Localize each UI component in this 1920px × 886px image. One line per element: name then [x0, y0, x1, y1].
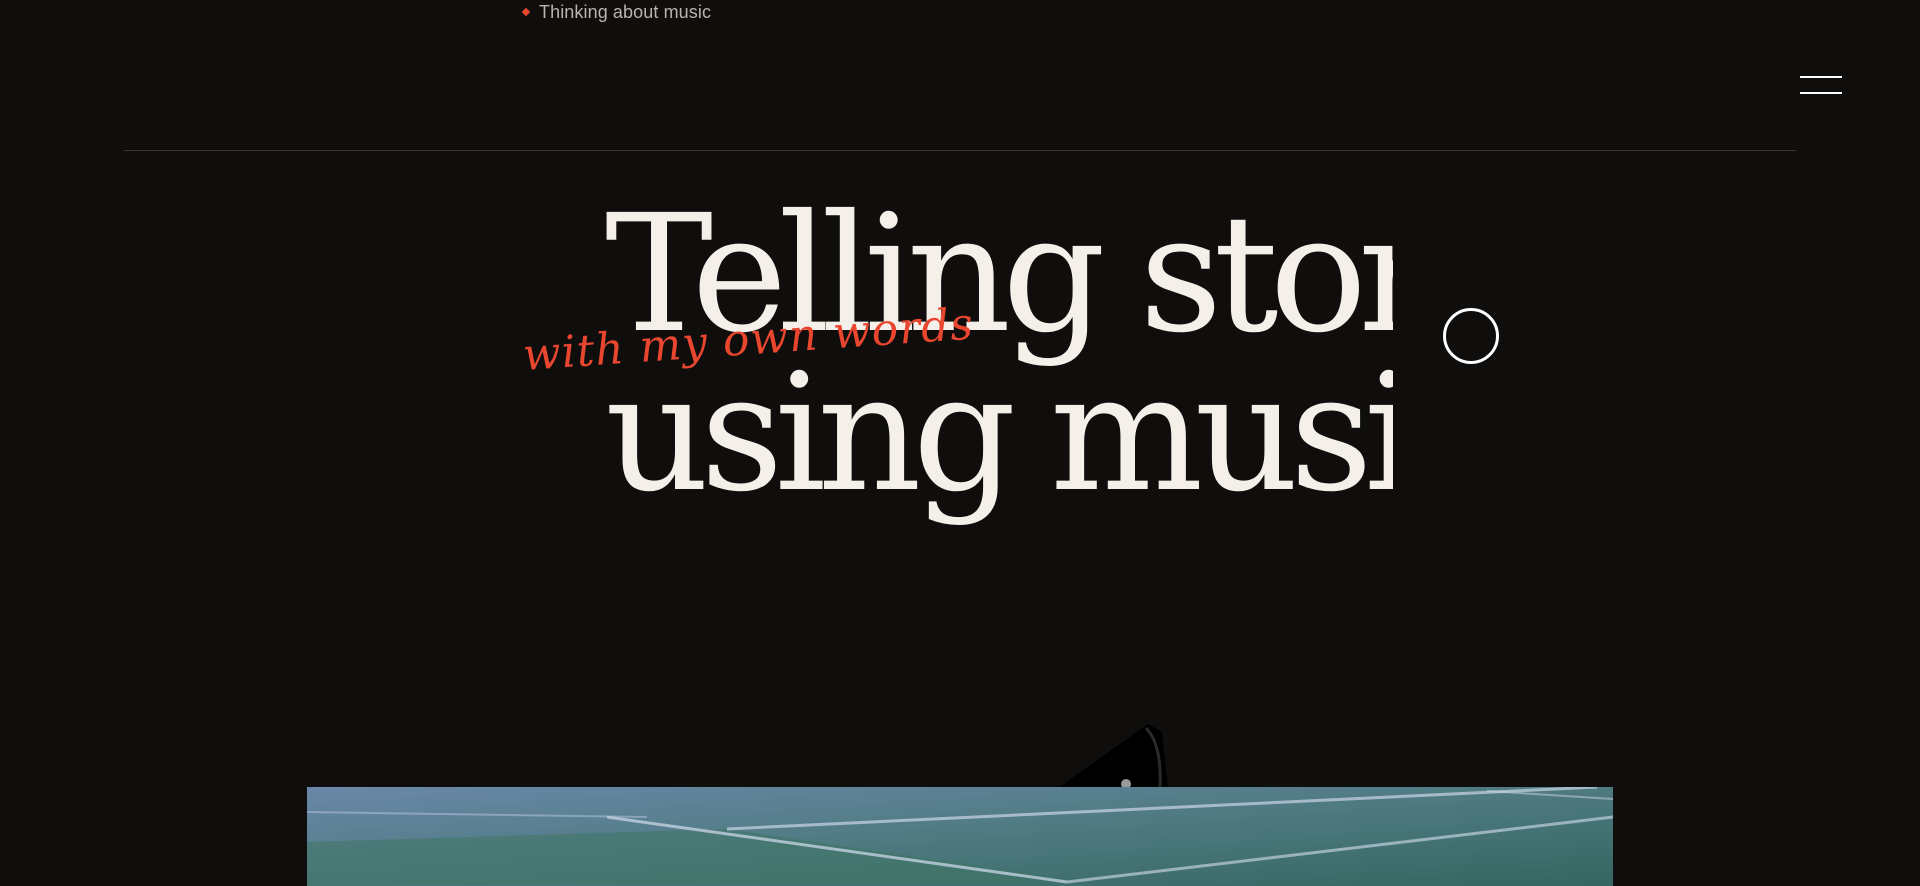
- turntable-photo: [307, 787, 1613, 886]
- turntable-arm-icon: [1058, 724, 1168, 788]
- header-divider: [124, 150, 1796, 151]
- diamond-bullet-icon: [521, 7, 531, 17]
- hamburger-icon: [1800, 76, 1842, 78]
- circle-icon[interactable]: [1443, 308, 1499, 364]
- photo-texture: [307, 787, 1613, 886]
- tagline-text: Thinking about music: [539, 1, 712, 22]
- menu-button[interactable]: [1796, 72, 1844, 100]
- hamburger-icon-bar: [1800, 92, 1842, 94]
- tagline: Thinking about music: [521, 0, 711, 24]
- headline-line-2: using music: [605, 340, 1393, 528]
